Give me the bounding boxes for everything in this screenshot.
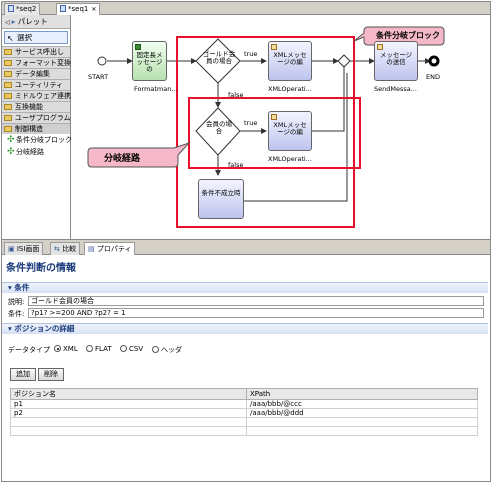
editor-tab-bar: *seq2 *seq1 ✕ xyxy=(2,2,490,15)
table-row[interactable]: p1 /aaa/bbb/@ccc xyxy=(10,399,478,409)
folder-icon xyxy=(4,82,12,88)
radio-icon[interactable] xyxy=(120,345,127,352)
position-name-cell[interactable]: p2 xyxy=(10,408,247,418)
description-field[interactable]: ゴールド会員の場合 xyxy=(28,296,484,306)
true-label-2: true xyxy=(244,119,258,127)
branch-icon: ✣ xyxy=(7,147,15,157)
drawer-middleware[interactable]: ミドルウェア連携 xyxy=(2,90,71,101)
radio-icon[interactable] xyxy=(54,345,61,352)
xpath-cell[interactable]: /aaa/bbb/@ddd xyxy=(246,408,478,418)
editor-tab-seq1[interactable]: *seq1 ✕ xyxy=(56,3,101,15)
send-message-node[interactable]: メッセージの送信 xyxy=(374,41,418,81)
drawer-utility[interactable]: ユーティリティ xyxy=(2,79,70,90)
properties-icon: ▤ xyxy=(88,245,95,253)
datatype-label: データタイプ xyxy=(8,346,50,354)
callout-branch-path: 分岐経路 xyxy=(104,154,141,164)
xml-icon xyxy=(271,44,277,50)
false-label-2: false xyxy=(228,161,244,169)
branch-icon: ✣ xyxy=(7,135,15,145)
folder-icon xyxy=(4,60,12,66)
table-row-empty xyxy=(10,426,478,436)
palette: ◁ ▸ パレット ↖ 選択 サービス呼出し フォーマット変換 データ編集 ユーティリ… xyxy=(2,15,72,239)
folder-icon xyxy=(4,115,12,121)
format-node[interactable]: 固定長メッセージの xyxy=(132,41,167,81)
sequence-file-icon xyxy=(8,5,14,12)
drawer-data-edit[interactable]: データ編集 xyxy=(2,68,70,79)
condition-label: 条件: xyxy=(8,310,25,318)
column-xpath[interactable]: XPath xyxy=(246,388,478,400)
folder-icon xyxy=(4,93,12,99)
tool-condition-block[interactable]: ✣ 条件分岐ブロック xyxy=(2,134,72,146)
condition-field[interactable]: ?p1? >=200 AND ?p2? = 1 xyxy=(28,308,484,318)
drawer-control-structure[interactable]: 制御構造 xyxy=(2,123,70,134)
xpath-cell[interactable]: /aaa/bbb/@ccc xyxy=(246,399,478,409)
send-node-caption: SendMessa... xyxy=(374,85,417,93)
editor-tab-seq2[interactable]: *seq2 xyxy=(4,3,41,15)
format-node-caption: Formatman... xyxy=(134,85,178,93)
cursor-arrow-icon: ↖ xyxy=(7,34,14,43)
radio-icon[interactable] xyxy=(86,345,93,352)
datatype-xml[interactable]: XML xyxy=(54,345,78,353)
drawer-service-call[interactable]: サービス呼出し xyxy=(2,46,70,57)
end-label: END xyxy=(426,73,440,81)
xml-node-2-caption: XMLOperati... xyxy=(268,155,312,163)
folder-icon xyxy=(4,49,12,55)
table-row-empty xyxy=(10,417,478,427)
drawer-format-conversion[interactable]: フォーマット変換 xyxy=(2,57,71,68)
delete-button[interactable]: 削除 xyxy=(38,368,64,381)
condition-fail-node[interactable]: 条件不成立時 xyxy=(198,179,244,219)
folder-icon xyxy=(4,71,12,77)
column-position-name[interactable]: ポジション名 xyxy=(10,388,247,400)
section-condition[interactable]: ▾ 条件 xyxy=(2,282,488,293)
folder-open-icon xyxy=(4,126,12,132)
xml-node-1-caption: XMLOperati... xyxy=(268,85,312,93)
collapse-arrow-icon[interactable]: ◁ xyxy=(5,19,10,26)
xml-icon xyxy=(271,114,277,120)
isi-icon: ▣ xyxy=(8,245,15,253)
tab-compare[interactable]: ⇆ 比較 xyxy=(50,242,81,255)
callout-condition-block: 条件分岐ブロック xyxy=(376,31,440,40)
datatype-header[interactable]: ヘッダ xyxy=(152,345,182,355)
format-icon xyxy=(135,44,141,50)
palette-header[interactable]: ◁ ▸ パレット xyxy=(2,15,70,29)
table-header-row: ポジション名 XPath xyxy=(10,388,478,400)
tool-branch-path[interactable]: ✣ 分岐経路 xyxy=(2,146,70,158)
datatype-flat[interactable]: FLAT xyxy=(86,345,112,353)
member-condition-label[interactable]: 会員の場合 xyxy=(204,121,234,135)
datatype-csv[interactable]: CSV xyxy=(120,345,143,353)
add-button[interactable]: 追加 xyxy=(10,368,36,381)
compare-icon: ⇆ xyxy=(54,245,60,253)
sequence-file-icon xyxy=(60,5,66,12)
properties-title: 条件判断の情報 xyxy=(6,263,76,274)
diagram-canvas[interactable]: START END 固定長メッセージの Formatman... ゴールド会員の… xyxy=(72,15,490,239)
sequence-editor: ◁ ▸ パレット ↖ 選択 サービス呼出し フォーマット変換 データ編集 ユーティリ… xyxy=(2,15,490,240)
xml-operation-node-1[interactable]: XMLメッセージの編 xyxy=(268,41,312,81)
drawer-user-program[interactable]: ユーザプログラム xyxy=(2,112,71,123)
folder-icon xyxy=(4,104,12,110)
bottom-tab-bar: ▣ ISI画面 ⇆ 比較 ▤ プロパティ xyxy=(2,241,490,255)
gold-condition-label[interactable]: ゴールド会員の場合 xyxy=(202,51,236,65)
tab-properties[interactable]: ▤ プロパティ xyxy=(84,242,136,255)
table-row[interactable]: p2 /aaa/bbb/@ddd xyxy=(10,408,478,418)
drawer-compat[interactable]: 互換機能 xyxy=(2,101,70,112)
send-icon xyxy=(377,44,383,50)
false-label-1: false xyxy=(228,91,244,99)
position-table: ポジション名 XPath p1 /aaa/bbb/@ccc p2 /aaa/bb… xyxy=(10,388,478,436)
description-label: 説明: xyxy=(8,298,25,306)
radio-icon[interactable] xyxy=(152,346,159,353)
tab-isi-screen[interactable]: ▣ ISI画面 xyxy=(4,242,44,255)
true-label-1: true xyxy=(244,50,258,58)
close-icon[interactable]: ✕ xyxy=(91,6,96,13)
properties-panel: 条件判断の情報 ▾ 条件 説明: ゴールド会員の場合 条件: ?p1? >=20… xyxy=(2,255,490,481)
xml-operation-node-2[interactable]: XMLメッセージの編 xyxy=(268,111,312,151)
position-name-cell[interactable]: p1 xyxy=(10,399,247,409)
start-label: START xyxy=(88,73,109,81)
palette-icon: ▸ xyxy=(11,17,16,26)
select-tool[interactable]: ↖ 選択 xyxy=(4,31,68,44)
section-position-details[interactable]: ▾ ポジションの詳細 xyxy=(2,323,488,334)
